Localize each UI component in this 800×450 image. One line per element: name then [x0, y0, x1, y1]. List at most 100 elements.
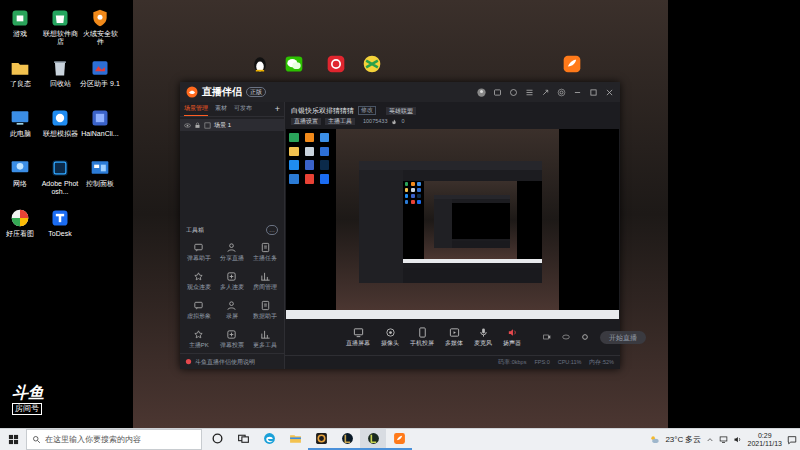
desktop-icon[interactable]: 分区助手 9.1 [80, 56, 120, 106]
taskbar-app[interactable] [282, 429, 308, 450]
room-tag[interactable]: 直播设置 [291, 118, 321, 125]
taskbar-app[interactable] [334, 429, 360, 450]
start-live-button[interactable]: 开始直播 [600, 331, 646, 344]
scene-box-icon [204, 122, 211, 129]
add-scene-button[interactable]: + [275, 104, 280, 114]
toolbox-more-button[interactable]: … [266, 225, 278, 235]
tool-button[interactable]: 主播任务 [249, 237, 282, 266]
maximize-icon[interactable] [589, 88, 598, 97]
desktop-app-shortcut[interactable] [250, 54, 270, 74]
lock-icon[interactable] [194, 122, 201, 129]
volume-icon[interactable] [733, 435, 742, 444]
desktop-app-shortcut[interactable] [284, 54, 304, 74]
desktop-icon[interactable]: 游戏 [0, 6, 40, 56]
mini-desktop-icon [417, 194, 421, 198]
tool-button[interactable]: 虚拟形象 [182, 295, 215, 324]
source-label: 多媒体 [445, 340, 463, 347]
taskbar-app[interactable] [360, 429, 386, 450]
tool-button[interactable]: 主播PK [182, 324, 215, 353]
desktop-icon[interactable]: 联想模拟器 [40, 106, 80, 156]
tool-button[interactable]: 弹幕投票 [215, 324, 248, 353]
desktop-icon[interactable]: 控制面板 [80, 156, 120, 206]
taskbar-app[interactable] [308, 429, 334, 450]
mini-desktop-icon [405, 200, 409, 204]
tool-button[interactable]: 弹幕助手 [182, 237, 215, 266]
start-button[interactable] [0, 429, 26, 450]
tool-button[interactable]: 多人连麦 [215, 266, 248, 295]
chevron-up-icon[interactable] [706, 436, 714, 444]
desktop-icon[interactable]: 了良态 [0, 56, 40, 106]
desktop-icon[interactable]: ToDesk [40, 206, 80, 256]
network-icon[interactable] [719, 435, 728, 444]
douyu-logo-icon [186, 86, 198, 98]
mini-desktop-icon [417, 200, 421, 204]
source-label: 麦克风 [474, 340, 492, 347]
source-button[interactable]: 直播屏幕 [346, 327, 370, 347]
desktop-icon[interactable]: 联想软件商店 [40, 6, 80, 56]
desktop-icon[interactable]: HaiNanCli... [80, 106, 120, 156]
taskbar-app[interactable] [204, 429, 230, 450]
mini-desktop-icon [320, 133, 329, 142]
room-tag[interactable]: 主播工具 [325, 118, 355, 125]
mini-desktop-icon [417, 188, 421, 192]
taskbar-app[interactable] [386, 429, 412, 450]
scene-row[interactable]: 场景 1 [180, 119, 284, 131]
scene-tabs: 场景管理素材可发布 + [180, 102, 284, 117]
close-icon[interactable] [605, 88, 614, 97]
search-icon [32, 435, 41, 444]
desktop-icon[interactable]: 此电脑 [0, 106, 40, 156]
weather-text[interactable]: 23°C 多云 [665, 435, 701, 445]
tool-button[interactable]: 数据助手 [249, 295, 282, 324]
menu-icon[interactable] [525, 88, 534, 97]
app-icon [50, 158, 70, 178]
edit-title-button[interactable]: 修改 [358, 106, 376, 115]
app-icon [90, 8, 110, 28]
avatar-icon[interactable] [477, 88, 486, 97]
app-icon [90, 108, 110, 128]
tool-button[interactable]: 分享直播 [215, 237, 248, 266]
clock[interactable]: 0:292021/11/13 [747, 432, 782, 448]
tool-button[interactable]: 录屏 [215, 295, 248, 324]
spacer [180, 131, 284, 223]
source-button[interactable]: 多媒体 [445, 327, 463, 347]
settings-icon[interactable] [581, 333, 589, 341]
tool-button[interactable]: 更多工具 [249, 324, 282, 353]
screen-icon[interactable] [493, 88, 502, 97]
scene-tab[interactable]: 素材 [215, 102, 227, 116]
taskbar-app[interactable] [230, 429, 256, 450]
tool-label: 录屏 [226, 313, 238, 320]
source-button[interactable]: 扬声器 [503, 327, 521, 347]
record-icon[interactable] [509, 88, 518, 97]
like-count: 0 [401, 118, 404, 125]
desktop-app-shortcut[interactable] [362, 54, 382, 74]
desktop-icon[interactable]: 网络 [0, 156, 40, 206]
video-icon[interactable] [543, 333, 551, 341]
desktop-app-shortcut[interactable] [326, 54, 346, 74]
desktop-icon[interactable]: 好压看图 [0, 206, 40, 256]
desktop-app-shortcut[interactable] [562, 54, 582, 74]
eye-icon[interactable] [184, 122, 191, 129]
search-input[interactable] [45, 434, 196, 446]
share-icon[interactable] [541, 88, 550, 97]
notice-text[interactable]: 斗鱼直播伴侣使用说明 [195, 358, 255, 366]
desktop-icon[interactable]: Adobe Photosh... [40, 156, 80, 206]
mini-desktop-icon [305, 147, 314, 156]
mini-taskbar [403, 259, 542, 263]
scene-tab[interactable]: 可发布 [234, 102, 252, 116]
eye-icon[interactable] [562, 333, 570, 341]
source-button[interactable]: 麦克风 [474, 327, 492, 347]
tool-button[interactable]: 房间管理 [249, 266, 282, 295]
desktop-icon[interactable]: 回收站 [40, 56, 80, 106]
source-button[interactable]: 摄像头 [381, 327, 399, 347]
notification-icon[interactable] [787, 435, 797, 445]
tool-icon [193, 242, 204, 253]
category-tag[interactable]: 英雄联盟 [386, 107, 416, 115]
tool-button[interactable]: 观众连麦 [182, 266, 215, 295]
tool-label: 多人连麦 [220, 284, 244, 291]
scene-tab[interactable]: 场景管理 [184, 102, 208, 116]
minimize-icon[interactable] [573, 88, 582, 97]
desktop-icon[interactable]: 火绒安全软件 [80, 6, 120, 56]
taskbar-app[interactable] [256, 429, 282, 450]
source-button[interactable]: 手机投屏 [410, 327, 434, 347]
settings-icon[interactable] [557, 88, 566, 97]
